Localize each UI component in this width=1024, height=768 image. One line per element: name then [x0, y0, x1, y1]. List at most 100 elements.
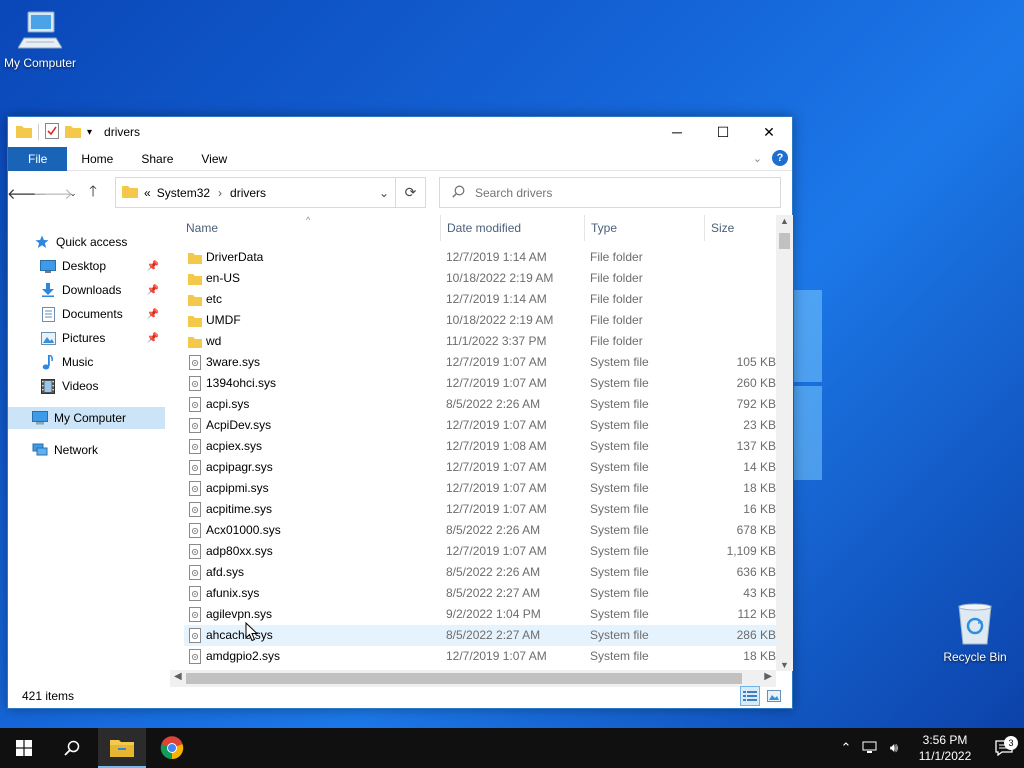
sidebar-item-music[interactable]: Music — [8, 351, 165, 373]
file-row[interactable]: acpi.sys 8/5/2022 2:26 AM System file 792 K… — [184, 394, 777, 415]
sidebar-item-downloads[interactable]: Downloads 📌 — [8, 279, 165, 301]
scroll-down-icon[interactable]: ▼ — [776, 660, 793, 670]
file-row[interactable]: acpitime.sys 12/7/2019 1:07 AM System file… — [184, 499, 777, 520]
tab-share[interactable]: Share — [127, 147, 187, 171]
file-size: 43 KB — [743, 586, 776, 600]
vertical-scrollbar[interactable]: ▲ ▼ — [776, 215, 793, 671]
file-date: 12/7/2019 1:08 AM — [446, 439, 547, 453]
file-row[interactable]: acpipagr.sys 12/7/2019 1:07 AM System file… — [184, 457, 777, 478]
scroll-right-icon[interactable]: ▶ — [764, 671, 772, 682]
column-header-date[interactable]: Date modified — [440, 215, 584, 241]
desktop-recycle-bin[interactable]: Recycle Bin — [935, 602, 1015, 664]
sidebar-item-quick-access[interactable]: Quick access — [8, 231, 165, 253]
recent-locations-icon[interactable]: ⌄ — [66, 180, 80, 206]
large-icons-view-button[interactable] — [764, 686, 784, 706]
network-icon — [32, 442, 48, 458]
scroll-left-icon[interactable]: ◀ — [174, 671, 182, 682]
file-row[interactable]: en-US 10/18/2022 2:19 AM File folder — [184, 268, 777, 289]
column-header-name[interactable]: ^ Name — [184, 215, 440, 241]
pin-icon[interactable]: 📌 — [147, 309, 159, 320]
file-row[interactable]: AcpiDev.sys 12/7/2019 1:07 AM System file 2… — [184, 415, 777, 436]
file-row[interactable]: amdgpio2.sys 12/7/2019 1:07 AM System file… — [184, 646, 777, 667]
search-box[interactable] — [439, 177, 781, 208]
breadcrumb-system32[interactable]: System32 — [157, 186, 210, 200]
file-row[interactable]: agilevpn.sys 9/2/2022 1:04 PM System file 1… — [184, 604, 777, 625]
file-row[interactable]: DriverData 12/7/2019 1:14 AM File folder — [184, 247, 777, 268]
sidebar-item-desktop[interactable]: Desktop 📌 — [8, 255, 165, 277]
properties-icon[interactable] — [45, 122, 59, 142]
column-header-size[interactable]: Size — [704, 215, 777, 241]
desktop-my-computer[interactable]: My Computer — [0, 8, 80, 70]
sidebar-item-label: Music — [62, 355, 94, 369]
sidebar-item-videos[interactable]: Videos — [8, 375, 165, 397]
file-row[interactable]: 1394ohci.sys 12/7/2019 1:07 AM System file… — [184, 373, 777, 394]
pin-icon[interactable]: 📌 — [147, 333, 159, 344]
tab-view[interactable]: View — [187, 147, 241, 171]
file-row[interactable]: ahcache.sys 8/5/2022 2:27 AM System file 28… — [184, 625, 777, 646]
file-name: adp80xx.sys — [206, 544, 273, 558]
documents-icon — [40, 306, 56, 322]
file-name: etc — [206, 292, 223, 306]
breadcrumb-drivers[interactable]: drivers — [230, 186, 266, 200]
clock[interactable]: 3:56 PM 11/1/2022 — [906, 732, 984, 764]
tab-home[interactable]: Home — [67, 147, 127, 171]
pictures-icon — [40, 330, 56, 346]
expand-ribbon-icon[interactable]: ⌄ — [753, 152, 762, 165]
file-size: 14 KB — [743, 460, 776, 474]
maximize-button[interactable]: ☐ — [700, 117, 746, 147]
refresh-button[interactable]: ⟳ — [395, 178, 425, 207]
up-button[interactable]: 🡑 — [80, 180, 106, 206]
search-input[interactable] — [475, 185, 755, 200]
tab-file[interactable]: File — [8, 146, 68, 171]
search-taskbar-button[interactable] — [48, 728, 96, 768]
file-type: System file — [590, 544, 649, 558]
scrollbar-thumb[interactable] — [779, 233, 790, 249]
divider — [38, 124, 39, 140]
file-row[interactable]: Acx01000.sys 8/5/2022 2:26 AM System file 6… — [184, 520, 777, 541]
sidebar-item-pictures[interactable]: Pictures 📌 — [8, 327, 165, 349]
sidebar-item-network[interactable]: Network — [8, 439, 165, 461]
file-row[interactable]: afunix.sys 8/5/2022 2:27 AM System file 43 … — [184, 583, 777, 604]
network-icon[interactable] — [858, 741, 882, 755]
sidebar-item-label: Videos — [62, 379, 99, 393]
close-button[interactable]: ✕ — [746, 117, 792, 147]
file-row[interactable]: adp80xx.sys 12/7/2019 1:07 AM System file 1… — [184, 541, 777, 562]
pin-icon[interactable]: 📌 — [147, 261, 159, 272]
file-row[interactable]: UMDF 10/18/2022 2:19 AM File folder — [184, 310, 777, 331]
file-explorer-taskbar-button[interactable] — [98, 728, 146, 768]
chevron-down-icon[interactable]: ⌄ — [379, 186, 389, 200]
new-folder-icon[interactable] — [65, 124, 81, 141]
horizontal-scrollbar[interactable]: ◀ ▶ — [170, 670, 776, 687]
file-row[interactable]: acpiex.sys 12/7/2019 1:08 AM System file 13… — [184, 436, 777, 457]
breadcrumb-overflow[interactable]: « — [144, 186, 151, 200]
title-bar[interactable]: ▾ drivers ─ ☐ ✕ — [8, 117, 792, 147]
scrollbar-thumb[interactable] — [186, 673, 742, 684]
forward-button[interactable]: 🡒 — [33, 180, 73, 206]
pin-icon[interactable]: 📌 — [147, 285, 159, 296]
file-row[interactable]: acpipmi.sys 12/7/2019 1:07 AM System file 1… — [184, 478, 777, 499]
chevron-up-icon[interactable]: ⌃ — [834, 740, 858, 756]
start-button[interactable] — [0, 728, 48, 768]
file-size — [704, 289, 776, 310]
file-row[interactable]: afd.sys 8/5/2022 2:26 AM System file 636 KB — [184, 562, 777, 583]
file-row[interactable]: etc 12/7/2019 1:14 AM File folder — [184, 289, 777, 310]
sidebar-item-label: Pictures — [62, 331, 106, 345]
customize-toolbar-icon[interactable]: ▾ — [87, 127, 92, 138]
sidebar-item-documents[interactable]: Documents 📌 — [8, 303, 165, 325]
file-row[interactable]: wd 11/1/2022 3:37 PM File folder — [184, 331, 777, 352]
details-view-button[interactable] — [740, 686, 760, 706]
volume-icon[interactable]: 🔊︎ — [882, 740, 906, 756]
action-center-button[interactable]: 3 — [984, 736, 1024, 756]
scroll-up-icon[interactable]: ▲ — [776, 216, 793, 226]
minimize-button[interactable]: ─ — [654, 117, 700, 147]
chrome-taskbar-button[interactable] — [148, 728, 196, 768]
chevron-right-icon[interactable]: › — [218, 186, 222, 200]
file-date: 12/7/2019 1:07 AM — [446, 418, 547, 432]
file-row[interactable]: 3ware.sys 12/7/2019 1:07 AM System file 105… — [184, 352, 777, 373]
sidebar-item-my-computer[interactable]: My Computer — [8, 407, 165, 429]
address-bar[interactable]: « System32 › drivers ⌄ ⟳ — [115, 177, 426, 208]
help-icon[interactable]: ? — [772, 150, 788, 166]
file-date: 8/5/2022 2:26 AM — [446, 523, 541, 537]
sidebar-item-label: Network — [54, 443, 99, 457]
column-header-type[interactable]: Type — [584, 215, 704, 241]
